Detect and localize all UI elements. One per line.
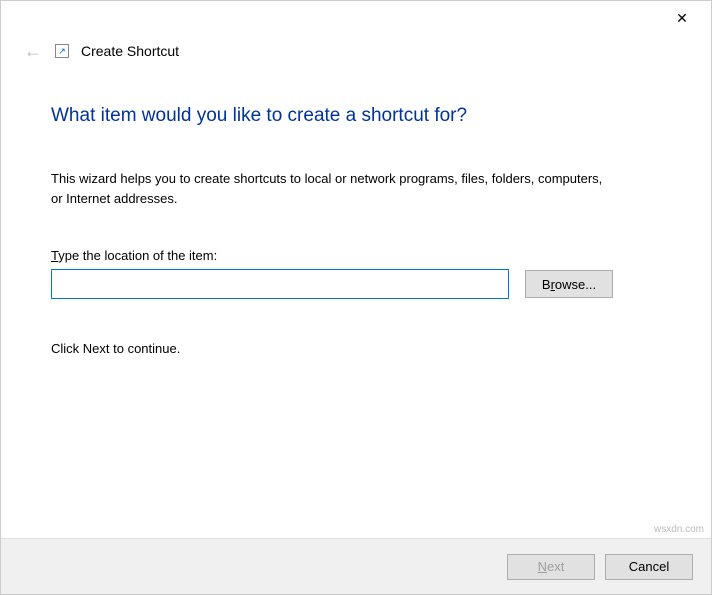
dialog-title: Create Shortcut: [81, 43, 179, 59]
browse-pre: B: [542, 277, 551, 292]
close-icon: ✕: [676, 10, 688, 27]
browse-button[interactable]: Browse...: [525, 270, 613, 298]
shortcut-icon: [55, 44, 69, 58]
browse-post: owse...: [555, 277, 596, 292]
location-label: Type the location of the item:: [51, 248, 661, 263]
page-heading: What item would you like to create a sho…: [51, 105, 661, 127]
title-bar: ✕: [1, 1, 711, 35]
next-button: Next: [507, 554, 595, 580]
create-shortcut-dialog: ✕ ← Create Shortcut What item would you …: [0, 0, 712, 595]
input-row: Browse...: [51, 269, 661, 299]
back-arrow-icon: ←: [24, 41, 42, 62]
next-post: ext: [547, 559, 564, 574]
location-label-rest: ype the location of the item:: [58, 248, 217, 263]
cancel-button[interactable]: Cancel: [605, 554, 693, 580]
close-button[interactable]: ✕: [667, 4, 697, 32]
location-input[interactable]: [51, 269, 509, 299]
back-button: ←: [23, 41, 43, 62]
header-row: ← Create Shortcut: [1, 35, 711, 67]
next-accel: N: [538, 559, 547, 574]
continue-text: Click Next to continue.: [51, 341, 661, 356]
watermark: wsxdn.com: [654, 524, 704, 535]
content-area: What item would you like to create a sho…: [1, 67, 711, 538]
description-text: This wizard helps you to create shortcut…: [51, 169, 611, 208]
footer: Next Cancel: [1, 538, 711, 594]
